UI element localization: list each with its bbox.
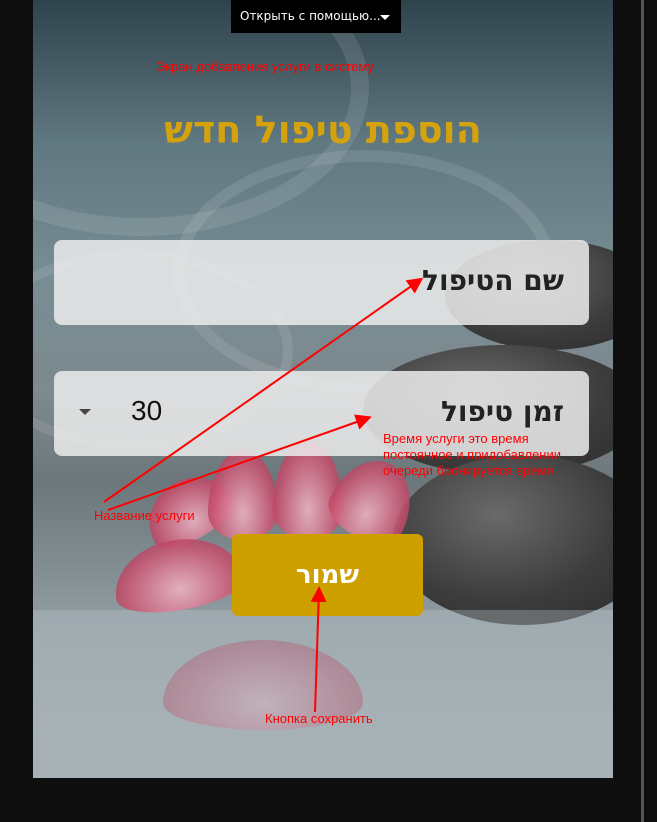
annotation-screen-caption: Экран добавления услуги в систему: [156, 59, 374, 74]
save-button[interactable]: שמור: [232, 534, 423, 616]
duration-label: זמן טיפול: [440, 395, 564, 428]
dropdown-caret-icon[interactable]: [79, 409, 91, 415]
annotation-duration-line2: постоянное и придобавлении: [383, 447, 562, 462]
service-name-placeholder: שם הטיפול: [422, 264, 564, 297]
background-stone: [393, 455, 613, 625]
device-frame-edge: [641, 0, 644, 822]
annotation-save-button: Кнопка сохранить: [265, 711, 373, 726]
page-title: הוספת טיפול חדש: [164, 108, 482, 152]
open-with-label: Открыть с помощью...: [240, 9, 381, 23]
chevron-down-icon: [380, 15, 390, 20]
duration-value: 30: [131, 395, 163, 426]
annotation-service-name: Название услуги: [94, 508, 195, 523]
lotus-petal: [208, 450, 278, 540]
open-with-button[interactable]: Открыть с помощью...: [231, 0, 401, 33]
lotus-petal: [107, 529, 249, 621]
service-name-input[interactable]: שם הטיפול: [54, 240, 589, 325]
annotation-duration-line1: Время услуги это время: [383, 431, 529, 446]
annotation-duration-line3: очереди бронируется время: [383, 463, 554, 478]
